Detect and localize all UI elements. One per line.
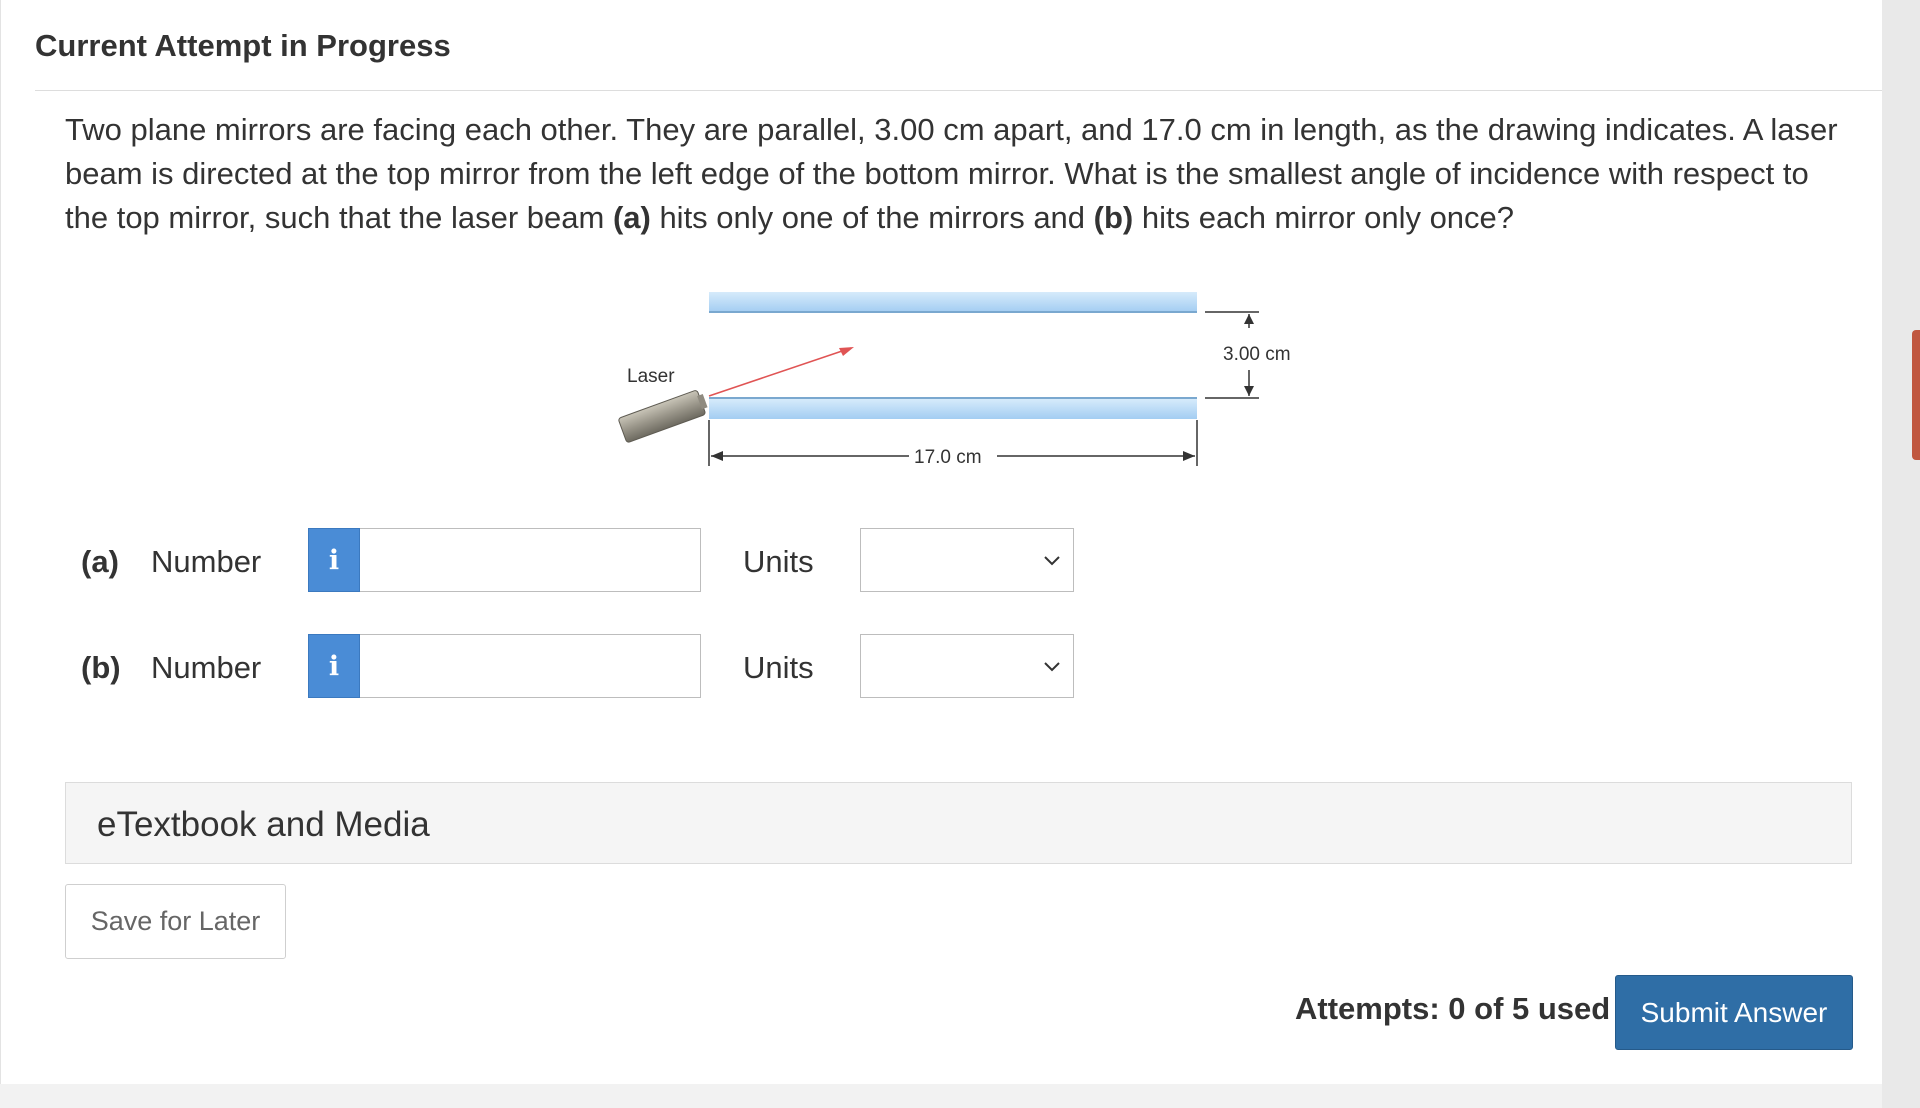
units-select-a[interactable] [860,528,1074,592]
chevron-down-icon [1044,556,1060,566]
etextbook-label: eTextbook and Media [97,805,430,844]
part-label: (b) [81,650,121,685]
gap-label: 3.00 cm [1223,344,1291,365]
etextbook-media-toggle[interactable]: eTextbook and Media [65,782,1852,864]
number-label: Number [151,544,262,579]
number-input-a[interactable] [360,528,701,592]
header-divider [35,90,1883,91]
laser-label: Laser [627,366,675,387]
units-label: Units [743,650,814,685]
page-title: Current Attempt in Progress [35,28,451,63]
save-for-later-button[interactable]: Save for Later [65,884,286,959]
chevron-down-icon [1044,662,1060,672]
question-part-marker: (b) [1093,200,1134,235]
part-label: (a) [81,544,119,579]
attempts-counter: Attempts: 0 of 5 used [1295,991,1611,1026]
info-icon[interactable]: i [308,528,360,592]
question-text: Two plane mirrors are facing each other.… [65,108,1855,240]
bottom-mirror [709,397,1197,419]
mirror-diagram: Laser 3.00 cm 17.0 cm [618,292,1291,468]
question-card: Current Attempt in Progress Two plane mi… [0,0,1883,1084]
units-select-b[interactable] [860,634,1074,698]
number-input-b[interactable] [360,634,701,698]
number-label: Number [151,650,262,685]
question-text-segment: hits each mirror only once? [1133,200,1515,235]
length-label: 17.0 cm [914,447,982,468]
units-label: Units [743,544,814,579]
question-part-marker: (a) [612,200,651,235]
info-icon[interactable]: i [308,634,360,698]
laser-beam [708,347,854,397]
laser-device [618,390,708,443]
window-edge [1882,0,1920,1108]
submit-answer-button[interactable]: Submit Answer [1615,975,1853,1050]
top-mirror [709,292,1197,313]
scroll-accent [1912,330,1920,460]
question-text-segment: hits only one of the mirrors and [650,200,1094,235]
page: Current Attempt in Progress Two plane mi… [0,0,1920,1108]
